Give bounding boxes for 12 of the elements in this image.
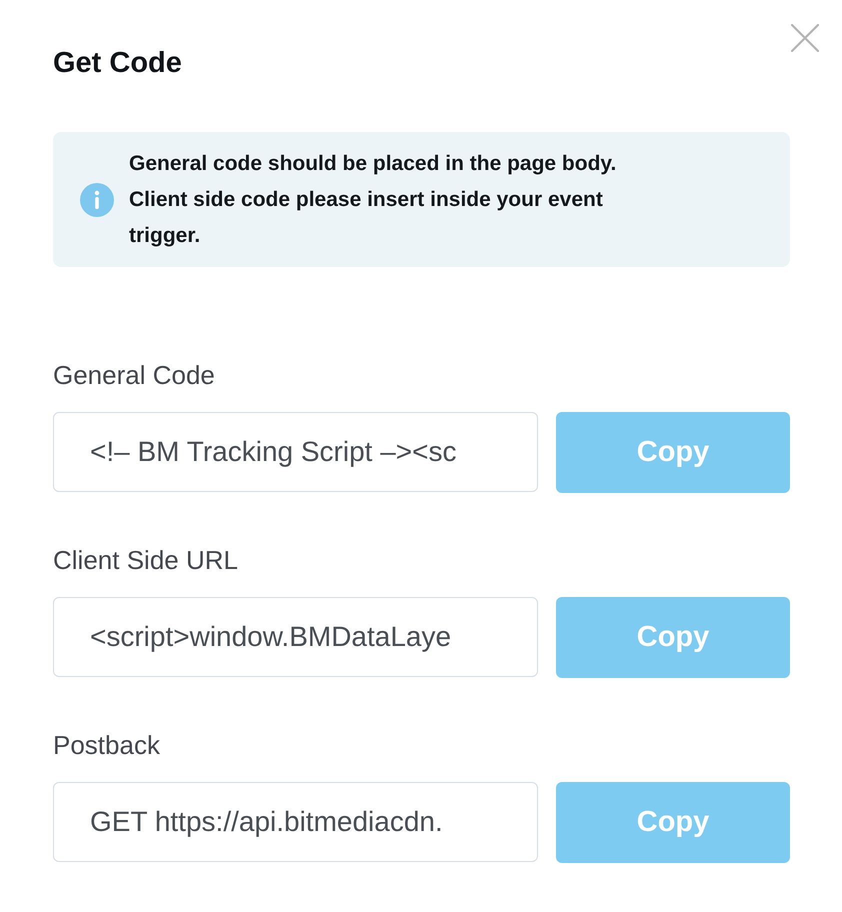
notice-text: General code should be placed in the page body. — [129, 150, 618, 176]
notice-text: Client side code please insert inside your event trigger. — [129, 186, 604, 248]
code-field[interactable]: <script>window.BMDataLaye — [53, 597, 538, 677]
field-label: Postback — [53, 729, 161, 761]
code-field[interactable]: GET https://api.bitmediacdn. — [53, 782, 538, 862]
close-icon — [791, 24, 819, 52]
code-field[interactable]: <!– BM Tracking Script –><sc — [53, 412, 538, 492]
field-label: General Code — [53, 359, 216, 391]
dialog-title: Get Code — [53, 46, 183, 80]
close-button[interactable] — [791, 24, 819, 52]
info-icon — [80, 182, 114, 216]
field-label: Client Side URL — [53, 544, 239, 576]
